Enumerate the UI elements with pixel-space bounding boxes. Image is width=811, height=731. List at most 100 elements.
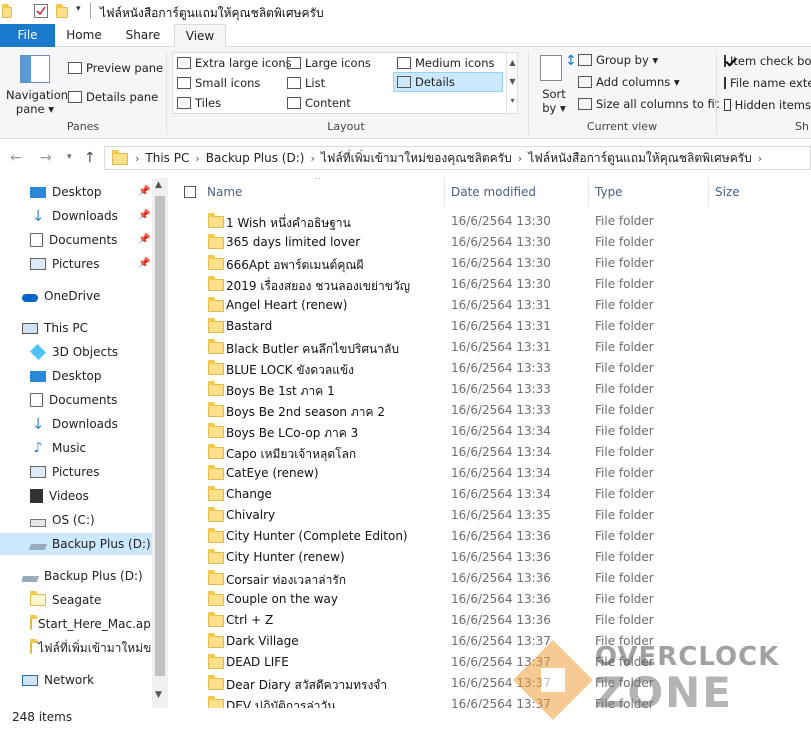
- file-row[interactable]: DEV ปฏิบัติการล่าวัน 16/6/2564 13:37 File …: [170, 694, 811, 708]
- up-arrow-icon[interactable]: ↑: [84, 150, 96, 166]
- nav-new-files-folder[interactable]: ไฟล์ที่เพิ่มเข้ามาใหม่ของ: [30, 637, 152, 659]
- scroll-up-icon[interactable]: ▲: [155, 180, 162, 190]
- item-check-boxes-toggle[interactable]: Item check boxes: [724, 54, 811, 68]
- file-row[interactable]: Couple on the way 16/6/2564 13:36 File fol…: [170, 589, 811, 610]
- file-row[interactable]: Corsair ท่องเวลาล่ารัก 16/6/2564 13:36 Fil…: [170, 568, 811, 589]
- nav-videos[interactable]: Videos: [30, 485, 89, 507]
- recent-locations-icon[interactable]: ▾: [67, 152, 72, 162]
- scroll-down-icon[interactable]: ▼: [155, 690, 162, 700]
- navigation-pane-scrollbar[interactable]: ▲ ▼: [152, 178, 168, 708]
- nav-this-pc[interactable]: This PC: [22, 317, 88, 339]
- breadcrumb-comic-folder[interactable]: ไฟล์หนังสือการ์ตูนแถมให้คุณชลิตพิเศษครับ: [528, 149, 752, 168]
- file-row[interactable]: Dark Village 16/6/2564 13:37 File folder: [170, 631, 811, 652]
- file-name-extensions-checkbox[interactable]: [724, 77, 726, 89]
- file-row[interactable]: 1 Wish หนึ่งคำอธิษฐาน 16/6/2564 13:30 File…: [170, 211, 811, 232]
- nav-desktop[interactable]: Desktop: [30, 365, 102, 387]
- layout-medium-icons[interactable]: Medium icons: [397, 56, 494, 70]
- tab-file[interactable]: File: [0, 24, 55, 47]
- nav-quick-desktop[interactable]: Desktop: [30, 181, 102, 203]
- add-columns-button[interactable]: Add columns ▾: [578, 75, 680, 89]
- file-row[interactable]: Boys Be 2nd season ภาค 2 16/6/2564 13:33 F…: [170, 400, 811, 421]
- file-row[interactable]: Change 16/6/2564 13:34 File folder: [170, 484, 811, 505]
- chevron-right-icon[interactable]: ›: [310, 152, 314, 165]
- file-row[interactable]: Angel Heart (renew) 16/6/2564 13:31 File f…: [170, 295, 811, 316]
- column-size[interactable]: Size: [715, 185, 805, 205]
- nav-start-here-mac[interactable]: Start_Here_Mac.app: [30, 613, 152, 635]
- preview-pane-button[interactable]: Preview pane: [68, 61, 163, 75]
- file-row[interactable]: 365 days limited lover 16/6/2564 13:30 Fil…: [170, 232, 811, 253]
- properties-icon[interactable]: [34, 4, 48, 18]
- nav-pictures[interactable]: Pictures: [30, 461, 100, 483]
- select-all-checkbox[interactable]: [184, 186, 196, 198]
- file-row[interactable]: Chivalry 16/6/2564 13:35 File folder: [170, 505, 811, 526]
- chevron-right-icon[interactable]: ›: [758, 152, 762, 165]
- column-divider[interactable]: [444, 178, 445, 206]
- layout-large-icons[interactable]: Large icons: [287, 56, 371, 70]
- group-by-button[interactable]: Group by ▾: [578, 53, 658, 67]
- item-check-boxes-checkbox[interactable]: [724, 55, 726, 67]
- file-row[interactable]: City Hunter (Complete Editon) 16/6/2564 1…: [170, 526, 811, 547]
- chevron-right-icon[interactable]: ›: [518, 152, 522, 165]
- nav-backup-drive[interactable]: Backup Plus (D:): [22, 565, 143, 587]
- column-divider[interactable]: [588, 178, 589, 206]
- tab-home[interactable]: Home: [58, 24, 110, 47]
- sort-by-button[interactable]: ↕ Sort by ▾: [534, 53, 577, 115]
- file-row[interactable]: Black Butler คนลึกไขปริศนาลับ 16/6/2564 1…: [170, 337, 811, 358]
- back-arrow-icon[interactable]: ←: [10, 150, 22, 166]
- layout-content[interactable]: Content: [287, 96, 351, 110]
- file-row[interactable]: Boys Be LCo-op ภาค 3 16/6/2564 13:34 File …: [170, 421, 811, 442]
- file-row[interactable]: DEAD LIFE 16/6/2564 13:37 File folder: [170, 652, 811, 673]
- file-row[interactable]: Ctrl + Z 16/6/2564 13:36 File folder: [170, 610, 811, 631]
- address-bar[interactable]: › This PC › Backup Plus (D:) › ไฟล์ที่เพ…: [104, 146, 811, 170]
- size-all-columns-button[interactable]: Size all columns to fit: [578, 97, 719, 111]
- nav-quick-pictures[interactable]: Pictures: [30, 253, 100, 275]
- nav-onedrive[interactable]: OneDrive: [22, 285, 100, 307]
- column-date-modified[interactable]: Date modified: [451, 185, 589, 205]
- column-name[interactable]: Name: [207, 185, 442, 205]
- layout-gallery-scroll[interactable]: ▲ ▼ ▾: [506, 53, 518, 113]
- file-row[interactable]: City Hunter (renew) 16/6/2564 13:36 File f…: [170, 547, 811, 568]
- file-row[interactable]: Bastard 16/6/2564 13:31 File folder: [170, 316, 811, 337]
- hidden-items-toggle[interactable]: Hidden items: [724, 98, 811, 112]
- chevron-right-icon[interactable]: ›: [195, 152, 199, 165]
- pin-icon[interactable]: 📌: [138, 234, 150, 245]
- pin-icon[interactable]: 📌: [138, 186, 150, 197]
- breadcrumb-backup-plus[interactable]: Backup Plus (D:): [206, 151, 305, 165]
- nav-quick-downloads[interactable]: ↓ Downloads: [30, 205, 118, 227]
- nav-seagate[interactable]: Seagate: [30, 589, 101, 611]
- layout-list[interactable]: List: [287, 76, 325, 90]
- nav-3d-objects[interactable]: 3D Objects: [30, 341, 118, 363]
- details-pane-button[interactable]: Details pane: [68, 90, 158, 104]
- file-row[interactable]: Boys Be 1st ภาค 1 16/6/2564 13:33 File fol…: [170, 379, 811, 400]
- nav-documents[interactable]: Documents: [30, 389, 117, 411]
- new-folder-icon[interactable]: [56, 4, 70, 18]
- nav-quick-documents[interactable]: Documents: [30, 229, 117, 251]
- layout-small-icons[interactable]: Small icons: [177, 76, 260, 90]
- nav-backup-plus-selected[interactable]: Backup Plus (D:): [0, 533, 152, 555]
- forward-arrow-icon[interactable]: →: [40, 150, 52, 166]
- tab-view[interactable]: View: [174, 24, 226, 48]
- file-row[interactable]: 2019 เรื่องสยอง ชวนลองเขย่าขวัญ 16/6/2564…: [170, 274, 811, 295]
- file-row[interactable]: CatEye (renew) 16/6/2564 13:34 File folder: [170, 463, 811, 484]
- layout-tiles[interactable]: Tiles: [177, 96, 221, 110]
- nav-os-c[interactable]: OS (C:): [30, 509, 95, 531]
- pin-icon[interactable]: 📌: [138, 258, 150, 269]
- hidden-items-checkbox[interactable]: [724, 99, 731, 111]
- layout-extra-large-icons[interactable]: Extra large icons: [177, 56, 292, 70]
- breadcrumb-new-files-folder[interactable]: ไฟล์ที่เพิ่มเข้ามาใหม่ของคุณชลิตครับ: [321, 149, 512, 168]
- customize-quick-access-icon[interactable]: ▾: [76, 4, 81, 14]
- file-row[interactable]: BLUE LOCK ขังดวลแข้ง 16/6/2564 13:33 File …: [170, 358, 811, 379]
- nav-music[interactable]: ♪ Music: [30, 437, 87, 459]
- navigation-pane-button[interactable]: Navigation pane ▾: [6, 51, 68, 116]
- scrollbar-thumb[interactable]: [155, 196, 165, 676]
- file-row[interactable]: 666Apt อพาร์ตเมนต์คุณผี 16/6/2564 13:30 Fi…: [170, 253, 811, 274]
- layout-details[interactable]: Details: [393, 72, 503, 92]
- file-row[interactable]: Capo เหมียวเจ้าหลุดโลก 16/6/2564 13:34 Fil…: [170, 442, 811, 463]
- file-row[interactable]: Dear Diary สวัสดีความทรงจำ 16/6/2564 13:3…: [170, 673, 811, 694]
- column-divider[interactable]: [708, 178, 709, 206]
- breadcrumb-this-pc[interactable]: This PC: [145, 151, 189, 165]
- pin-icon[interactable]: 📌: [138, 210, 150, 221]
- column-type[interactable]: Type: [595, 185, 705, 205]
- file-name-extensions-toggle[interactable]: File name extensions: [724, 76, 811, 90]
- nav-downloads[interactable]: ↓ Downloads: [30, 413, 118, 435]
